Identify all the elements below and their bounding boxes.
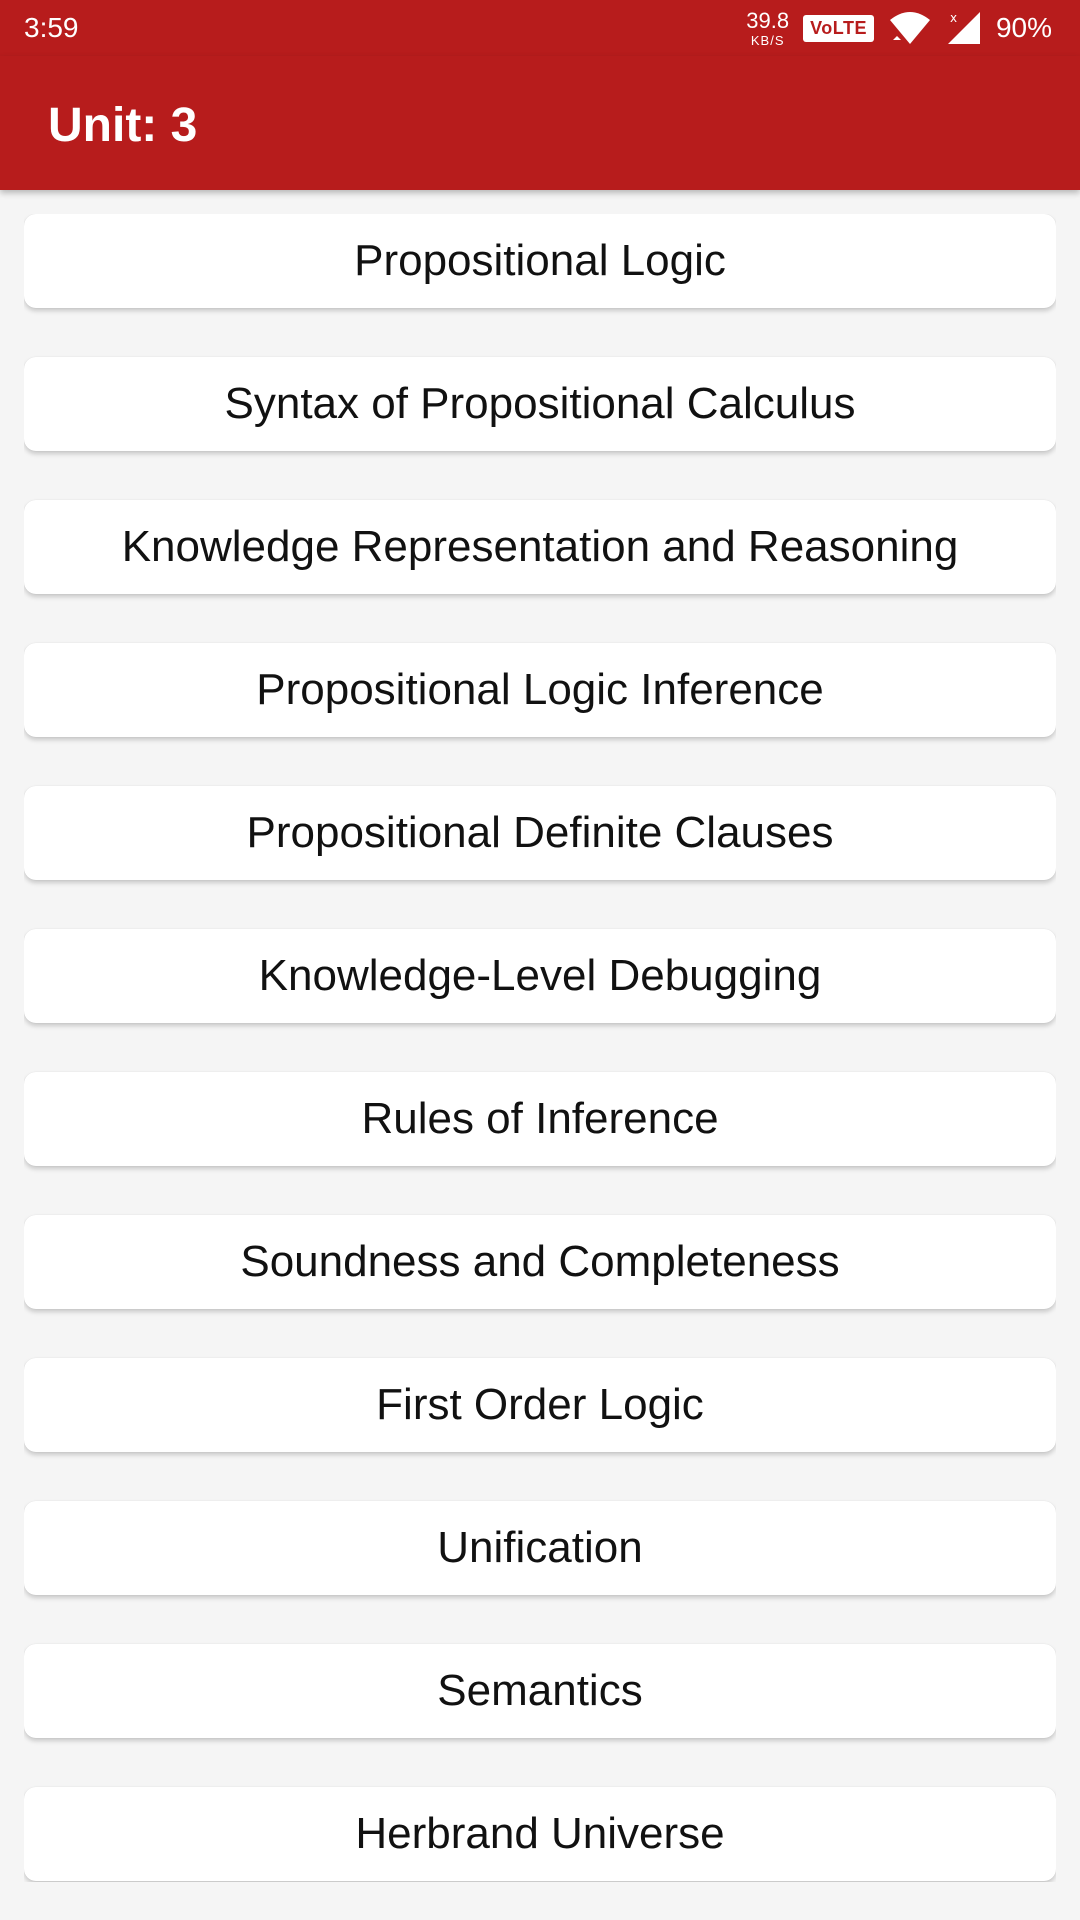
topic-item-unification[interactable]: Unification bbox=[24, 1501, 1056, 1595]
topic-item-herbrand-universe[interactable]: Herbrand Universe bbox=[24, 1787, 1056, 1881]
topic-item-semantics[interactable]: Semantics bbox=[24, 1644, 1056, 1738]
network-speed-unit: KB/S bbox=[750, 32, 785, 48]
topic-item-soundness-and-completeness[interactable]: Soundness and Completeness bbox=[24, 1215, 1056, 1309]
signal-icon: x bbox=[947, 11, 980, 44]
topic-item-rules-of-inference[interactable]: Rules of Inference bbox=[24, 1072, 1056, 1166]
topic-item-propositional-definite-clauses[interactable]: Propositional Definite Clauses bbox=[24, 786, 1056, 880]
topic-item-knowledge-representation-and-reasoning[interactable]: Knowledge Representation and Reasoning bbox=[24, 500, 1056, 594]
network-speed-value: 39.8 bbox=[746, 7, 790, 33]
topic-item-knowledge-level-debugging[interactable]: Knowledge-Level Debugging bbox=[24, 929, 1056, 1023]
app-bar: Unit: 3 bbox=[0, 56, 1080, 190]
network-speed: 39.8 KB/S bbox=[746, 7, 790, 48]
wifi-icon bbox=[889, 12, 930, 44]
topic-item-first-order-logic[interactable]: First Order Logic bbox=[24, 1358, 1056, 1452]
topic-item-syntax-of-propositional-calculus[interactable]: Syntax of Propositional Calculus bbox=[24, 357, 1056, 451]
status-time: 3:59 bbox=[24, 12, 79, 43]
battery-level: 90% bbox=[995, 12, 1052, 43]
status-bar: 3:59 39.8 KB/S VoLTE x 90% bbox=[0, 0, 1080, 56]
topic-list[interactable]: Propositional Logic Syntax of Propositio… bbox=[24, 214, 1056, 1882]
svg-text:x: x bbox=[950, 11, 957, 25]
topic-item-propositional-logic[interactable]: Propositional Logic bbox=[24, 214, 1056, 308]
topic-item-propositional-logic-inference[interactable]: Propositional Logic Inference bbox=[24, 643, 1056, 737]
page-title: Unit: 3 bbox=[48, 99, 198, 152]
status-icons: 39.8 KB/S VoLTE x 90% bbox=[746, 6, 1052, 50]
volte-icon: VoLTE bbox=[803, 14, 874, 42]
